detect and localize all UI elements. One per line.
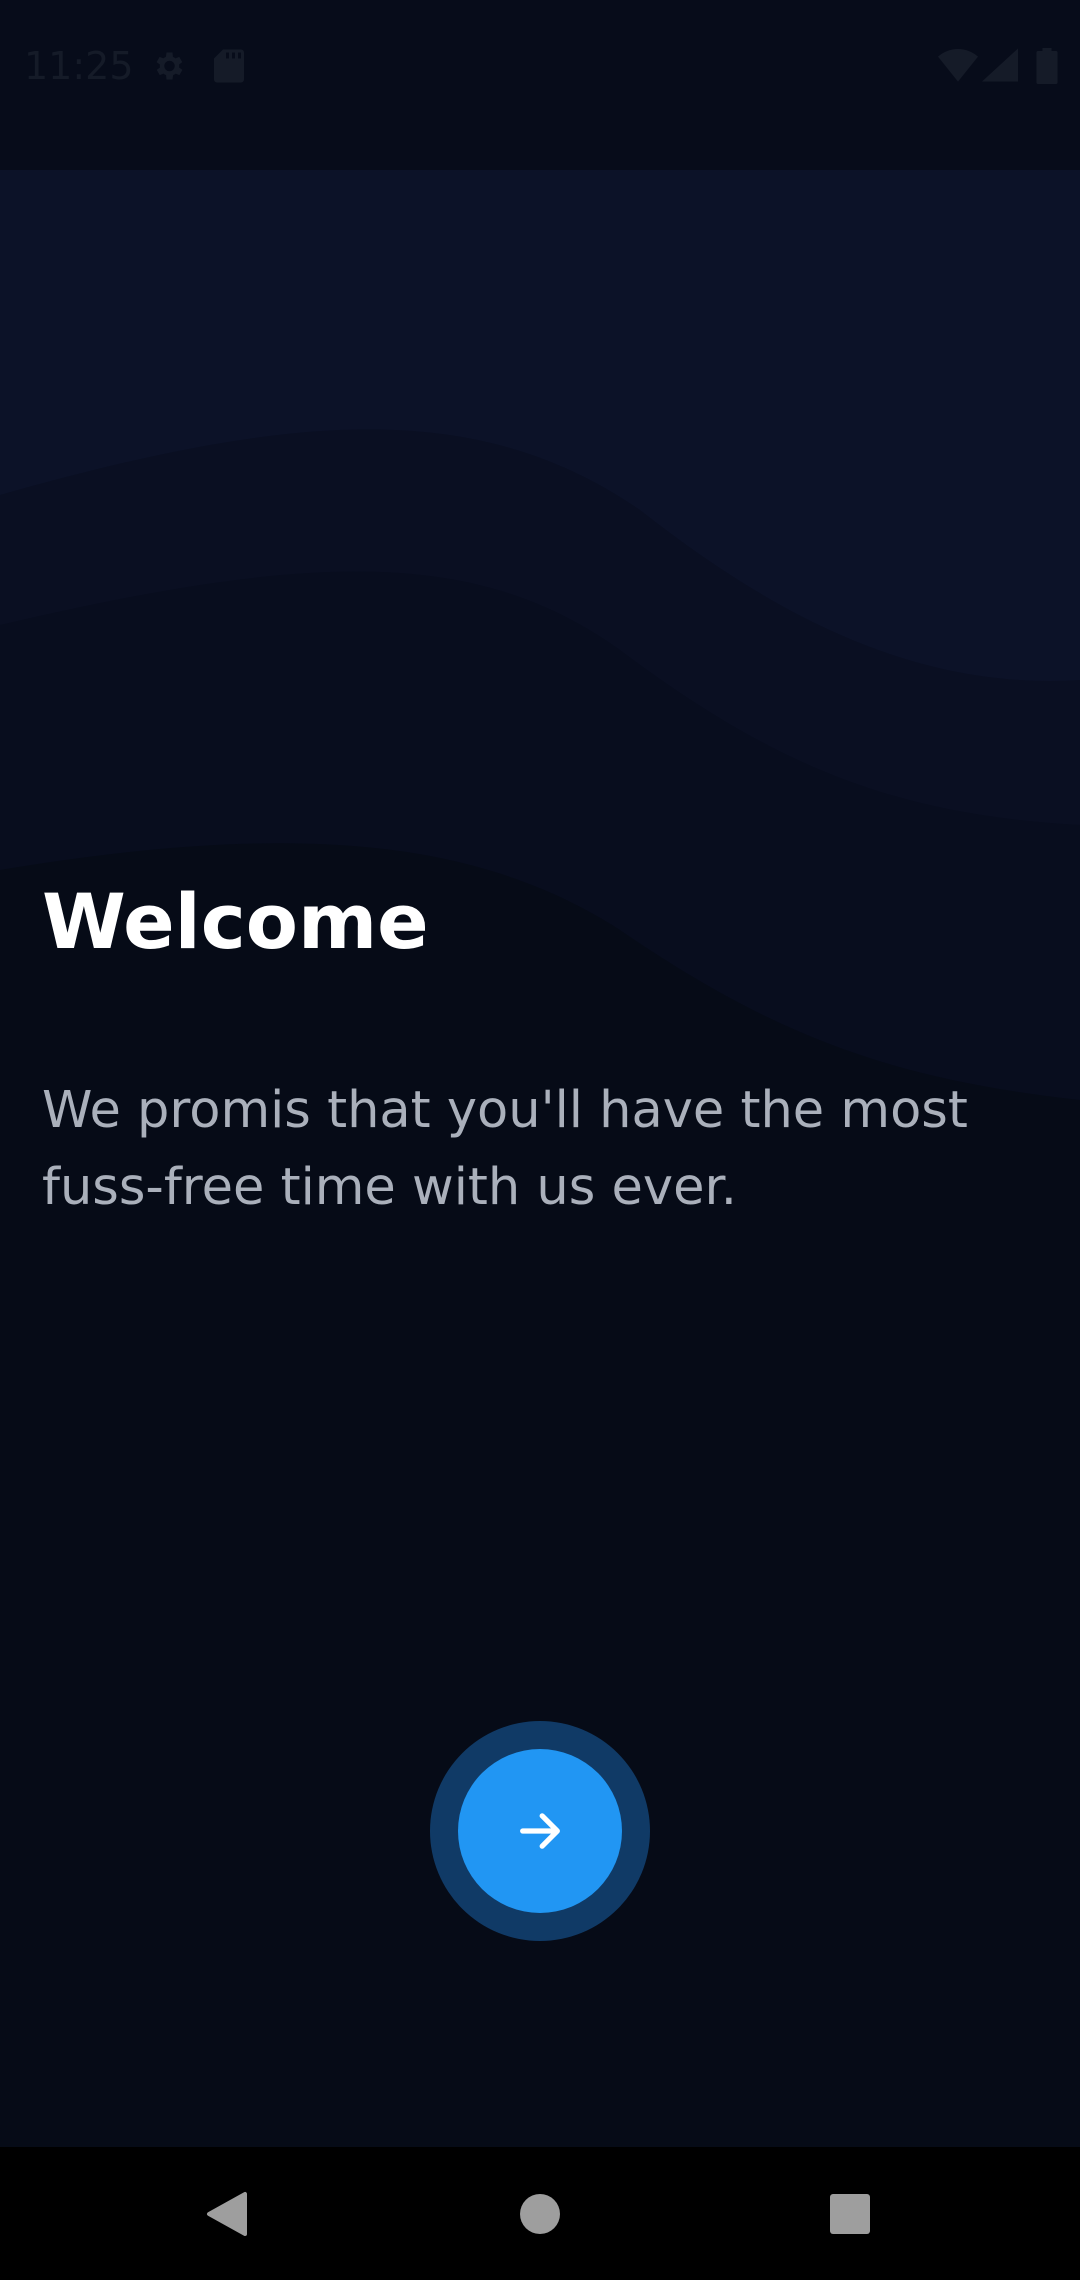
gear-icon [156,52,183,80]
status-time: 11:25 [24,44,134,88]
battery-icon [1036,48,1058,84]
background-waves [0,0,1080,1200]
navigation-bar [0,2147,1080,2280]
next-button-core[interactable] [458,1749,622,1913]
wifi-icon [938,49,978,82]
nav-recents-button[interactable] [770,2147,930,2280]
nav-home-button[interactable] [460,2147,620,2280]
home-icon [520,2193,560,2234]
welcome-subtitle: We promis that you'll have the most fuss… [42,1081,968,1217]
arrow-right-icon [520,1813,560,1849]
sdcard-icon [214,49,244,83]
next-button[interactable] [430,1721,650,1941]
recents-icon [830,2193,870,2234]
welcome-screen: 11:25 Welcome We promis that you'll have… [0,0,1080,2280]
welcome-title: Welcome [42,877,429,966]
back-icon [207,2191,247,2236]
status-bar: 11:25 [0,0,1080,170]
nav-back-button[interactable] [147,2147,307,2280]
signal-icon [982,48,1018,82]
